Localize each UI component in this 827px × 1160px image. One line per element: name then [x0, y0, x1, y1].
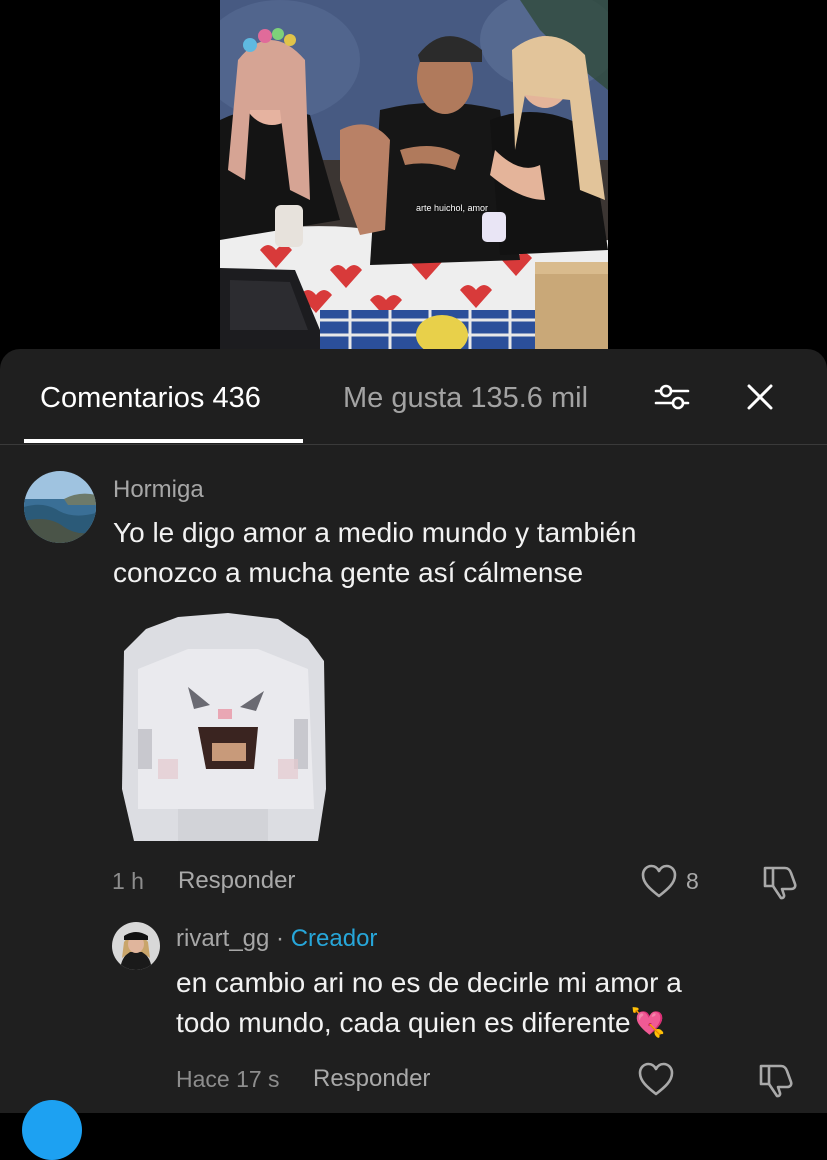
next-comment-avatar[interactable]	[22, 1100, 82, 1160]
reply-timestamp: Hace 17 s	[176, 1066, 280, 1092]
comments-sheet: Comentarios 436 Me gusta 135.6 mil Hormi…	[0, 349, 827, 1113]
comments-tab-bar: Comentarios 436 Me gusta 135.6 mil	[0, 349, 827, 445]
heart-outline-icon	[638, 1062, 674, 1096]
video-still-image	[220, 0, 608, 350]
reply-text-line: todo mundo, cada quien es diferente💘	[176, 1003, 682, 1043]
reply-text: en cambio ari no es de decirle mi amor a…	[176, 963, 682, 1043]
cat-sticker-image	[122, 613, 326, 841]
username-separator: ·	[276, 925, 285, 952]
tab-likes[interactable]: Me gusta 135.6 mil	[343, 382, 588, 415]
reply-button[interactable]: Responder	[313, 1065, 430, 1093]
comment-sticker-image[interactable]	[118, 609, 326, 841]
comment-username[interactable]: Hormiga	[113, 476, 204, 504]
creator-badge: Creador	[290, 925, 378, 952]
close-icon	[747, 384, 773, 410]
avatar-image	[112, 922, 160, 970]
comment-timestamp: 1 h	[112, 868, 144, 894]
like-button[interactable]	[637, 1061, 675, 1102]
dislike-button[interactable]	[757, 1060, 795, 1103]
close-button[interactable]	[740, 377, 780, 417]
comment-text-line: Yo le digo amor a medio mundo y también	[113, 517, 637, 548]
reply-text-span: todo mundo, cada quien es diferente	[176, 1007, 631, 1038]
active-tab-indicator	[24, 439, 303, 443]
reply-button[interactable]: Responder	[178, 867, 295, 895]
avatar[interactable]	[24, 471, 96, 543]
comment-text: Yo le digo amor a medio mundo y también …	[113, 513, 637, 593]
filter-button[interactable]	[652, 377, 692, 417]
like-count: 8	[686, 868, 699, 894]
avatar[interactable]	[112, 922, 160, 970]
avatar-image	[24, 471, 96, 543]
sliders-icon	[654, 384, 690, 410]
video-subtitle: arte huichol, amor	[416, 203, 489, 213]
reply-text-line: en cambio ari no es de decirle mi amor a	[176, 967, 682, 998]
reply-username[interactable]: rivart_gg	[176, 925, 269, 952]
reply-username-line: rivart_gg · Creador	[176, 925, 377, 953]
video-player[interactable]: arte huichol, amor	[0, 0, 827, 350]
comment-text-line: conozco a mucha gente así cálmense	[113, 557, 584, 588]
like-button[interactable]	[640, 863, 678, 904]
dislike-button[interactable]	[761, 862, 799, 905]
heart-with-arrow-emoji: 💘	[630, 1007, 666, 1038]
video-frame[interactable]: arte huichol, amor	[220, 0, 608, 350]
tab-comments[interactable]: Comentarios 436	[40, 382, 261, 415]
thumbs-down-icon	[763, 866, 797, 900]
thumbs-down-icon	[759, 1064, 793, 1098]
heart-outline-icon	[641, 864, 677, 898]
